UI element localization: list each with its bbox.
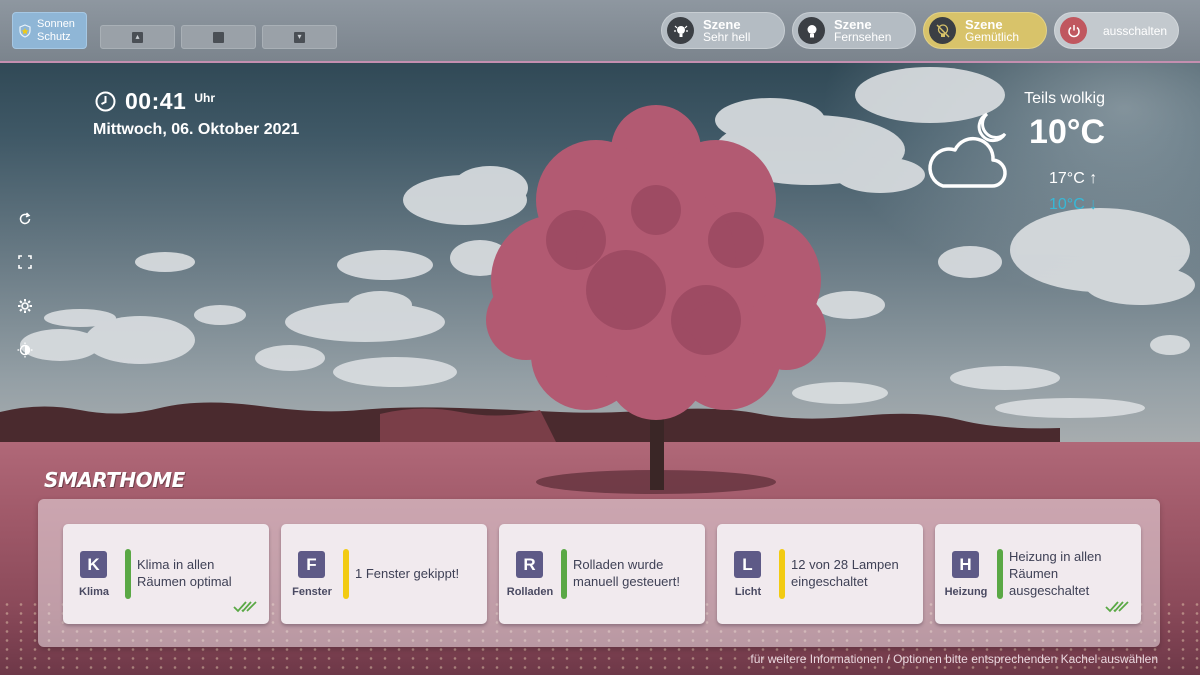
tile-message: Heizung in allen Räumen ausgeschaltet [1009,549,1102,598]
tile-letter: K [80,551,107,578]
tile-letter: L [734,551,761,578]
sun-protection-label: Sonnen Schutz [37,17,75,43]
tile-message: Klima in allen Räumen optimal [137,557,232,589]
shutter-down-button[interactable]: ▾ [262,25,337,49]
top-bar: Sonnen Schutz ▴ ▾ Szene Sehr hell Szene … [0,0,1200,63]
scene-subtitle: Gemütlich [965,29,1020,44]
tile-licht[interactable]: L Licht 12 von 28 Lampen eingeschaltet [717,524,923,624]
double-check-icon [233,601,257,613]
scene-subtitle: Sehr hell [703,29,751,44]
tile-category: Fenster [292,586,332,598]
cloud-moon-icon [928,112,1007,188]
scene-button-gemuetlich[interactable]: Szene Gemütlich [923,12,1047,49]
weather-temperature: 10°C [1029,113,1105,151]
tree [486,105,826,494]
tile-status-bar [125,549,131,599]
scene-title: Szene [965,16,1003,32]
tile-category: Heizung [944,586,988,598]
tile-message: 12 von 28 Lampen eingeschaltet [791,557,899,589]
arrow-up-icon: ▴ [132,31,143,43]
tile-message: 1 Fenster gekippt! [355,566,460,581]
weather-min: 10°C ↓ [1049,196,1098,213]
off-button[interactable]: ausschalten [1054,12,1179,49]
clock-time: 00:41 [125,88,187,114]
refresh-icon[interactable] [16,210,34,228]
double-check-icon [1105,601,1129,613]
bulb-icon [798,17,825,44]
tile-status-bar [561,549,567,599]
footnote: für weitere Informationen / Optionen bit… [750,652,1158,666]
shutter-stop-button[interactable] [181,25,256,49]
clock: 00:41 Uhr Mittwoch, 06. Oktober 2021 [93,88,300,139]
off-label: ausschalten [1103,23,1168,38]
tile-status-bar [343,549,349,599]
scene-subtitle: Fernsehen [834,29,892,44]
weather-condition: Teils wolkig [1024,90,1105,107]
tile-klima[interactable]: K Klima Klima in allen Räumen optimal [63,524,269,624]
scene-button-sehr-hell[interactable]: Szene Sehr hell [661,12,785,49]
stop-icon [213,31,224,43]
tile-category: Licht [734,586,762,598]
scene-title: Szene [834,16,872,32]
clock-unit: Uhr [194,90,215,105]
tile-letter: R [516,551,543,578]
bulb-bright-icon [667,17,694,44]
power-icon [1060,17,1087,44]
smarthome-title: SMARTHOME [44,468,185,492]
tile-rolladen[interactable]: R Rolladen Rolladen wurde manuell gesteu… [499,524,705,624]
weather-max: 17°C ↑ [1049,170,1098,187]
tile-status-bar [779,549,785,599]
brightness-icon[interactable] [16,341,34,359]
clock-icon [95,91,116,112]
scene-title: Szene [703,16,741,32]
scene-text: Szene Sehr hell [703,18,750,44]
shutter-up-button[interactable]: ▴ [100,25,175,49]
scene-text: Szene Fernsehen [834,18,891,44]
bulb-off-icon [929,17,956,44]
arrow-down-icon: ▾ [294,31,305,43]
sun-protection-button[interactable]: Sonnen Schutz [12,12,87,49]
tile-category: Klima [79,586,109,598]
tile-message: Rolladen wurde manuell gesteuert! [573,557,680,589]
sun-shield-icon [19,23,31,38]
tile-status-bar [997,549,1003,599]
tile-heizung[interactable]: H Heizung Heizung in allen Räumen ausges… [935,524,1141,624]
fullscreen-icon[interactable] [16,253,34,271]
tile-letter: F [298,551,325,578]
settings-icon[interactable] [16,297,34,315]
tile-category: Rolladen [506,586,554,598]
scene-button-fernsehen[interactable]: Szene Fernsehen [792,12,916,49]
tile-fenster[interactable]: F Fenster 1 Fenster gekippt! [281,524,487,624]
clock-date: Mittwoch, 06. Oktober 2021 [93,121,300,138]
tile-letter: H [952,551,979,578]
clock-time-row: 00:41 Uhr [95,88,299,115]
scene-text: Szene Gemütlich [965,18,1019,44]
